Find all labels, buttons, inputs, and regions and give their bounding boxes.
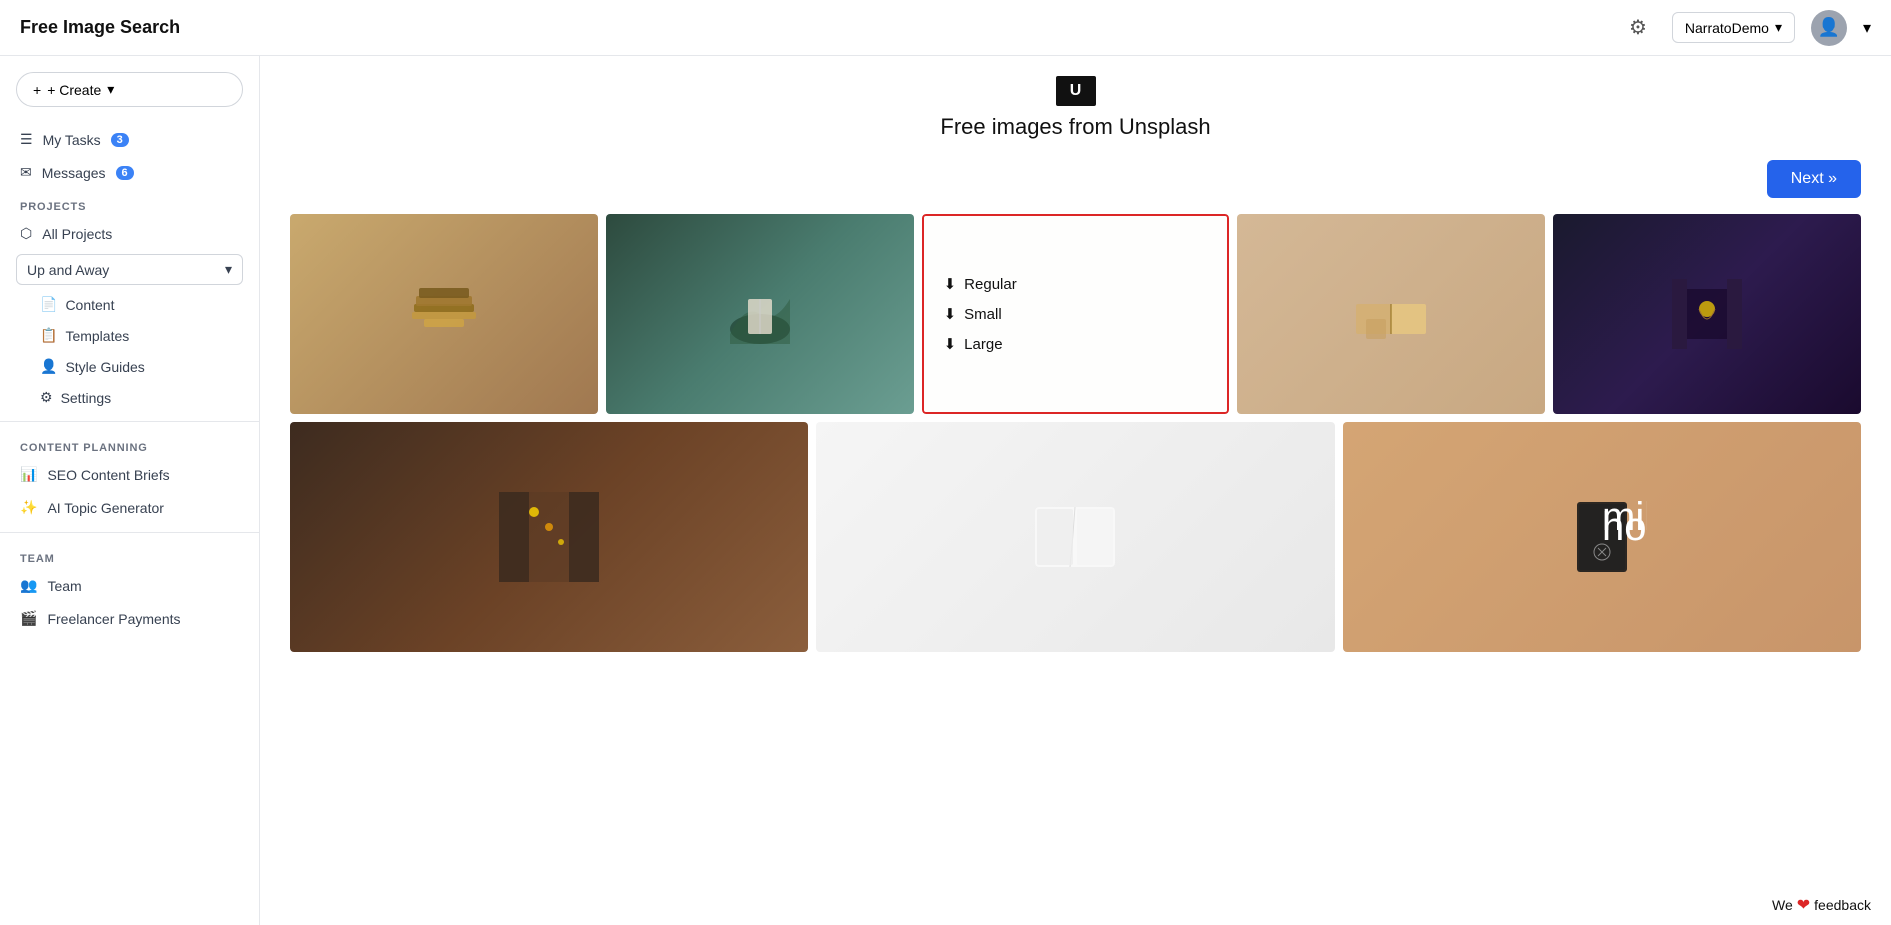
sidebar-item-team[interactable]: 👥 Team [0, 569, 259, 602]
next-button[interactable]: Next » [1767, 160, 1861, 198]
current-project-name: Up and Away [27, 262, 109, 278]
sidebar-item-seo-briefs[interactable]: 📊 SEO Content Briefs [0, 458, 259, 491]
nav-right-actions: ⚙ NarratoDemo ▾ 👤 ▾ [1620, 10, 1871, 46]
sidebar-divider-2 [0, 532, 259, 533]
image-cell-5[interactable] [1553, 214, 1861, 414]
sidebar-sub-item-content[interactable]: 📄 Content [0, 289, 259, 320]
workspace-name: NarratoDemo [1685, 20, 1769, 36]
main-content: U Free images from Unsplash Next » [260, 56, 1891, 925]
feedback-label: feedback [1814, 897, 1871, 913]
page-header: U Free images from Unsplash [290, 76, 1861, 140]
main-page-title: Free images from Unsplash [290, 114, 1861, 140]
feedback-text: We [1772, 897, 1793, 913]
seo-icon: 📊 [20, 466, 37, 483]
document-icon: 📄 [40, 296, 57, 313]
top-navigation: Free Image Search ⚙ NarratoDemo ▾ 👤 ▾ [0, 0, 1891, 56]
next-button-row: Next » [290, 160, 1861, 198]
main-layout: + + Create ▾ ☰ My Tasks 3 ✉ Messages 6 P… [0, 56, 1891, 925]
unsplash-icon: U [1056, 76, 1096, 106]
create-button-label: + Create [47, 82, 101, 98]
image-grid-row1: ⬇ Regular ⬇ Small ⬇ Large [290, 214, 1861, 414]
image-cell-1[interactable] [290, 214, 598, 414]
create-button[interactable]: + + Create ▾ [16, 72, 243, 107]
team-label: Team [47, 578, 81, 594]
seo-label: SEO Content Briefs [47, 467, 169, 483]
download-popup: ⬇ Regular ⬇ Small ⬇ Large [922, 214, 1230, 414]
sidebar-item-freelancer-payments[interactable]: 🎬 Freelancer Payments [0, 602, 259, 635]
image-cell-8[interactable]: milk and honey [1343, 422, 1861, 652]
image-6-placeholder [290, 422, 808, 652]
image-4-placeholder [1237, 214, 1545, 414]
messages-badge: 6 [116, 166, 134, 180]
image-1-placeholder [290, 214, 598, 414]
template-icon: 📋 [40, 327, 57, 344]
ai-topic-label: AI Topic Generator [47, 500, 163, 516]
hexagon-icon: ⬡ [20, 225, 32, 242]
payment-icon: 🎬 [20, 610, 37, 627]
svg-text:honey: honey [1602, 505, 1647, 549]
my-tasks-label: My Tasks [43, 132, 101, 148]
my-tasks-badge: 3 [111, 133, 129, 147]
gear-icon: ⚙ [1629, 15, 1647, 40]
create-chevron-icon: ▾ [107, 81, 114, 98]
sidebar-item-messages[interactable]: ✉ Messages 6 [0, 156, 259, 189]
content-planning-section-label: CONTENT PLANNING [0, 430, 259, 458]
envelope-icon: ✉ [20, 164, 32, 181]
chevron-down-icon: ▾ [1775, 19, 1782, 36]
user-avatar[interactable]: 👤 [1811, 10, 1847, 46]
image-8-placeholder: milk and honey [1343, 422, 1861, 652]
messages-label: Messages [42, 165, 106, 181]
download-large-icon: ⬇ [944, 335, 957, 353]
settings-gear-button[interactable]: ⚙ [1620, 10, 1656, 46]
settings-label: Settings [61, 390, 112, 406]
style-guides-icon: 👤 [40, 358, 57, 375]
download-large-option[interactable]: ⬇ Large [944, 335, 1003, 353]
download-regular-icon: ⬇ [944, 275, 957, 293]
ai-icon: ✨ [20, 499, 37, 516]
sidebar-item-all-projects[interactable]: ⬡ All Projects [0, 217, 259, 250]
freelancer-payments-label: Freelancer Payments [47, 611, 180, 627]
download-large-label: Large [964, 336, 1002, 353]
download-small-icon: ⬇ [944, 305, 957, 323]
download-small-option[interactable]: ⬇ Small [944, 305, 1002, 323]
projects-section-label: PROJECTS [0, 189, 259, 217]
sidebar-item-ai-topic-generator[interactable]: ✨ AI Topic Generator [0, 491, 259, 524]
download-regular-label: Regular [964, 276, 1017, 293]
user-icon: 👤 [1818, 17, 1840, 38]
settings-icon: ⚙ [40, 389, 53, 406]
download-small-label: Small [964, 306, 1002, 323]
image-cell-4[interactable] [1237, 214, 1545, 414]
plus-icon: + [33, 82, 41, 98]
sidebar-sub-item-settings[interactable]: ⚙ Settings [0, 382, 259, 413]
workspace-selector[interactable]: NarratoDemo ▾ [1672, 12, 1795, 43]
image-grid-row2: milk and honey [290, 422, 1861, 652]
image-cell-7[interactable] [816, 422, 1334, 652]
project-selector[interactable]: Up and Away ▾ [16, 254, 243, 285]
sidebar: + + Create ▾ ☰ My Tasks 3 ✉ Messages 6 P… [0, 56, 260, 925]
heart-icon: ❤ [1797, 895, 1810, 915]
image-cell-3[interactable]: ⬇ Regular ⬇ Small ⬇ Large [922, 214, 1230, 414]
download-regular-option[interactable]: ⬇ Regular [944, 275, 1017, 293]
image-5-placeholder [1553, 214, 1861, 414]
sidebar-sub-item-templates[interactable]: 📋 Templates [0, 320, 259, 351]
content-label: Content [65, 297, 114, 313]
user-chevron-icon: ▾ [1863, 18, 1871, 38]
image-cell-2[interactable] [606, 214, 914, 414]
image-2-placeholder [606, 214, 914, 414]
sidebar-item-my-tasks[interactable]: ☰ My Tasks 3 [0, 123, 259, 156]
templates-label: Templates [65, 328, 129, 344]
all-projects-label: All Projects [42, 226, 112, 242]
sidebar-divider-1 [0, 421, 259, 422]
list-icon: ☰ [20, 131, 33, 148]
style-guides-label: Style Guides [65, 359, 144, 375]
image-cell-6[interactable] [290, 422, 808, 652]
sidebar-sub-item-style-guides[interactable]: 👤 Style Guides [0, 351, 259, 382]
page-title: Free Image Search [20, 17, 180, 38]
image-7-placeholder [816, 422, 1334, 652]
next-label: Next » [1791, 170, 1837, 188]
team-icon: 👥 [20, 577, 37, 594]
feedback-bar[interactable]: We ❤ feedback [1772, 895, 1871, 915]
project-chevron-icon: ▾ [225, 261, 232, 278]
team-section-label: TEAM [0, 541, 259, 569]
